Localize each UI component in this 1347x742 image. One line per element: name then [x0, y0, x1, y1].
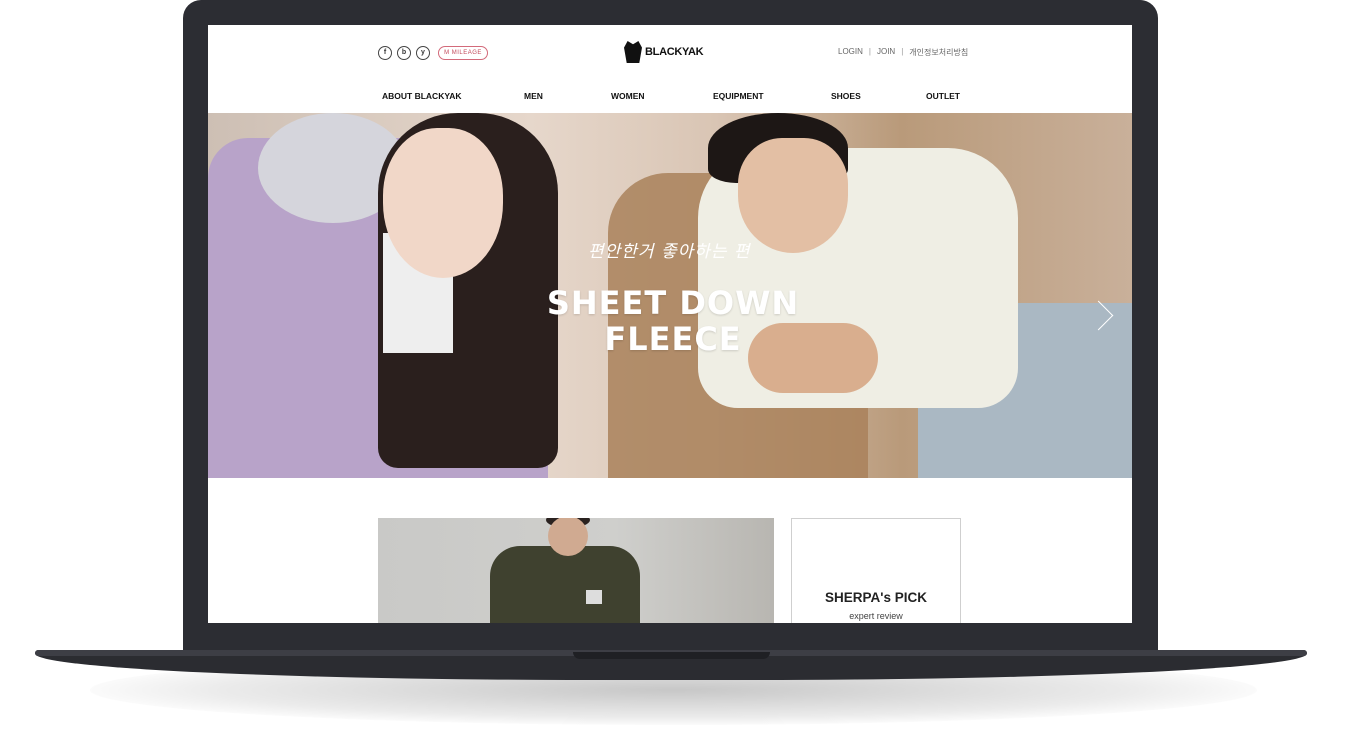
sherpas-pick-title: SHERPA's PICK — [825, 590, 927, 605]
sherpas-pick-card[interactable]: SHERPA's PICK expert review — [791, 518, 961, 623]
hero-title: SHEET DOWN FLEECE — [498, 285, 848, 357]
join-link[interactable]: JOIN — [877, 47, 895, 58]
hero-title-line1: SHEET DOWN — [546, 284, 800, 322]
nav-item-shoes[interactable]: SHOES — [831, 91, 861, 101]
youtube-icon[interactable]: y — [416, 46, 430, 60]
main-nav: ABOUT BLACKYAK MEN WOMEN EQUIPMENT SHOES… — [378, 91, 968, 103]
brand-name: BLACKYAK — [645, 46, 704, 58]
blog-icon[interactable]: b — [397, 46, 411, 60]
nav-item-equipment[interactable]: EQUIPMENT — [713, 91, 764, 101]
hero-title-line2: FLEECE — [604, 320, 742, 358]
privacy-policy-link[interactable]: 개인정보처리방침 — [909, 47, 968, 58]
sherpas-pick-subtitle: expert review — [849, 611, 903, 621]
social-links: f b y — [378, 46, 430, 60]
hero-banner[interactable]: 편안한거 좋아하는 편 SHEET DOWN FLEECE — [208, 113, 1132, 478]
mileage-button[interactable]: M MILEAGE — [438, 46, 488, 60]
divider: | — [901, 47, 904, 56]
yak-logo-icon — [624, 41, 642, 63]
laptop-notch — [573, 652, 770, 659]
divider: | — [868, 47, 871, 56]
website-screen: f b y M MILEAGE BLACKYAK LOGIN | JOIN | … — [208, 25, 1132, 623]
nav-item-women[interactable]: WOMEN — [611, 91, 645, 101]
product-feature-image[interactable] — [378, 518, 774, 623]
nav-item-outlet[interactable]: OUTLET — [926, 91, 960, 101]
hero-tagline: 편안한거 좋아하는 편 — [588, 242, 751, 262]
nav-item-men[interactable]: MEN — [524, 91, 543, 101]
login-link[interactable]: LOGIN — [838, 47, 863, 58]
nav-item-about[interactable]: ABOUT BLACKYAK — [382, 91, 462, 101]
top-links: LOGIN | JOIN | 개인정보처리방침 — [838, 47, 968, 58]
brand-logo[interactable]: BLACKYAK — [624, 41, 704, 63]
facebook-icon[interactable]: f — [378, 46, 392, 60]
